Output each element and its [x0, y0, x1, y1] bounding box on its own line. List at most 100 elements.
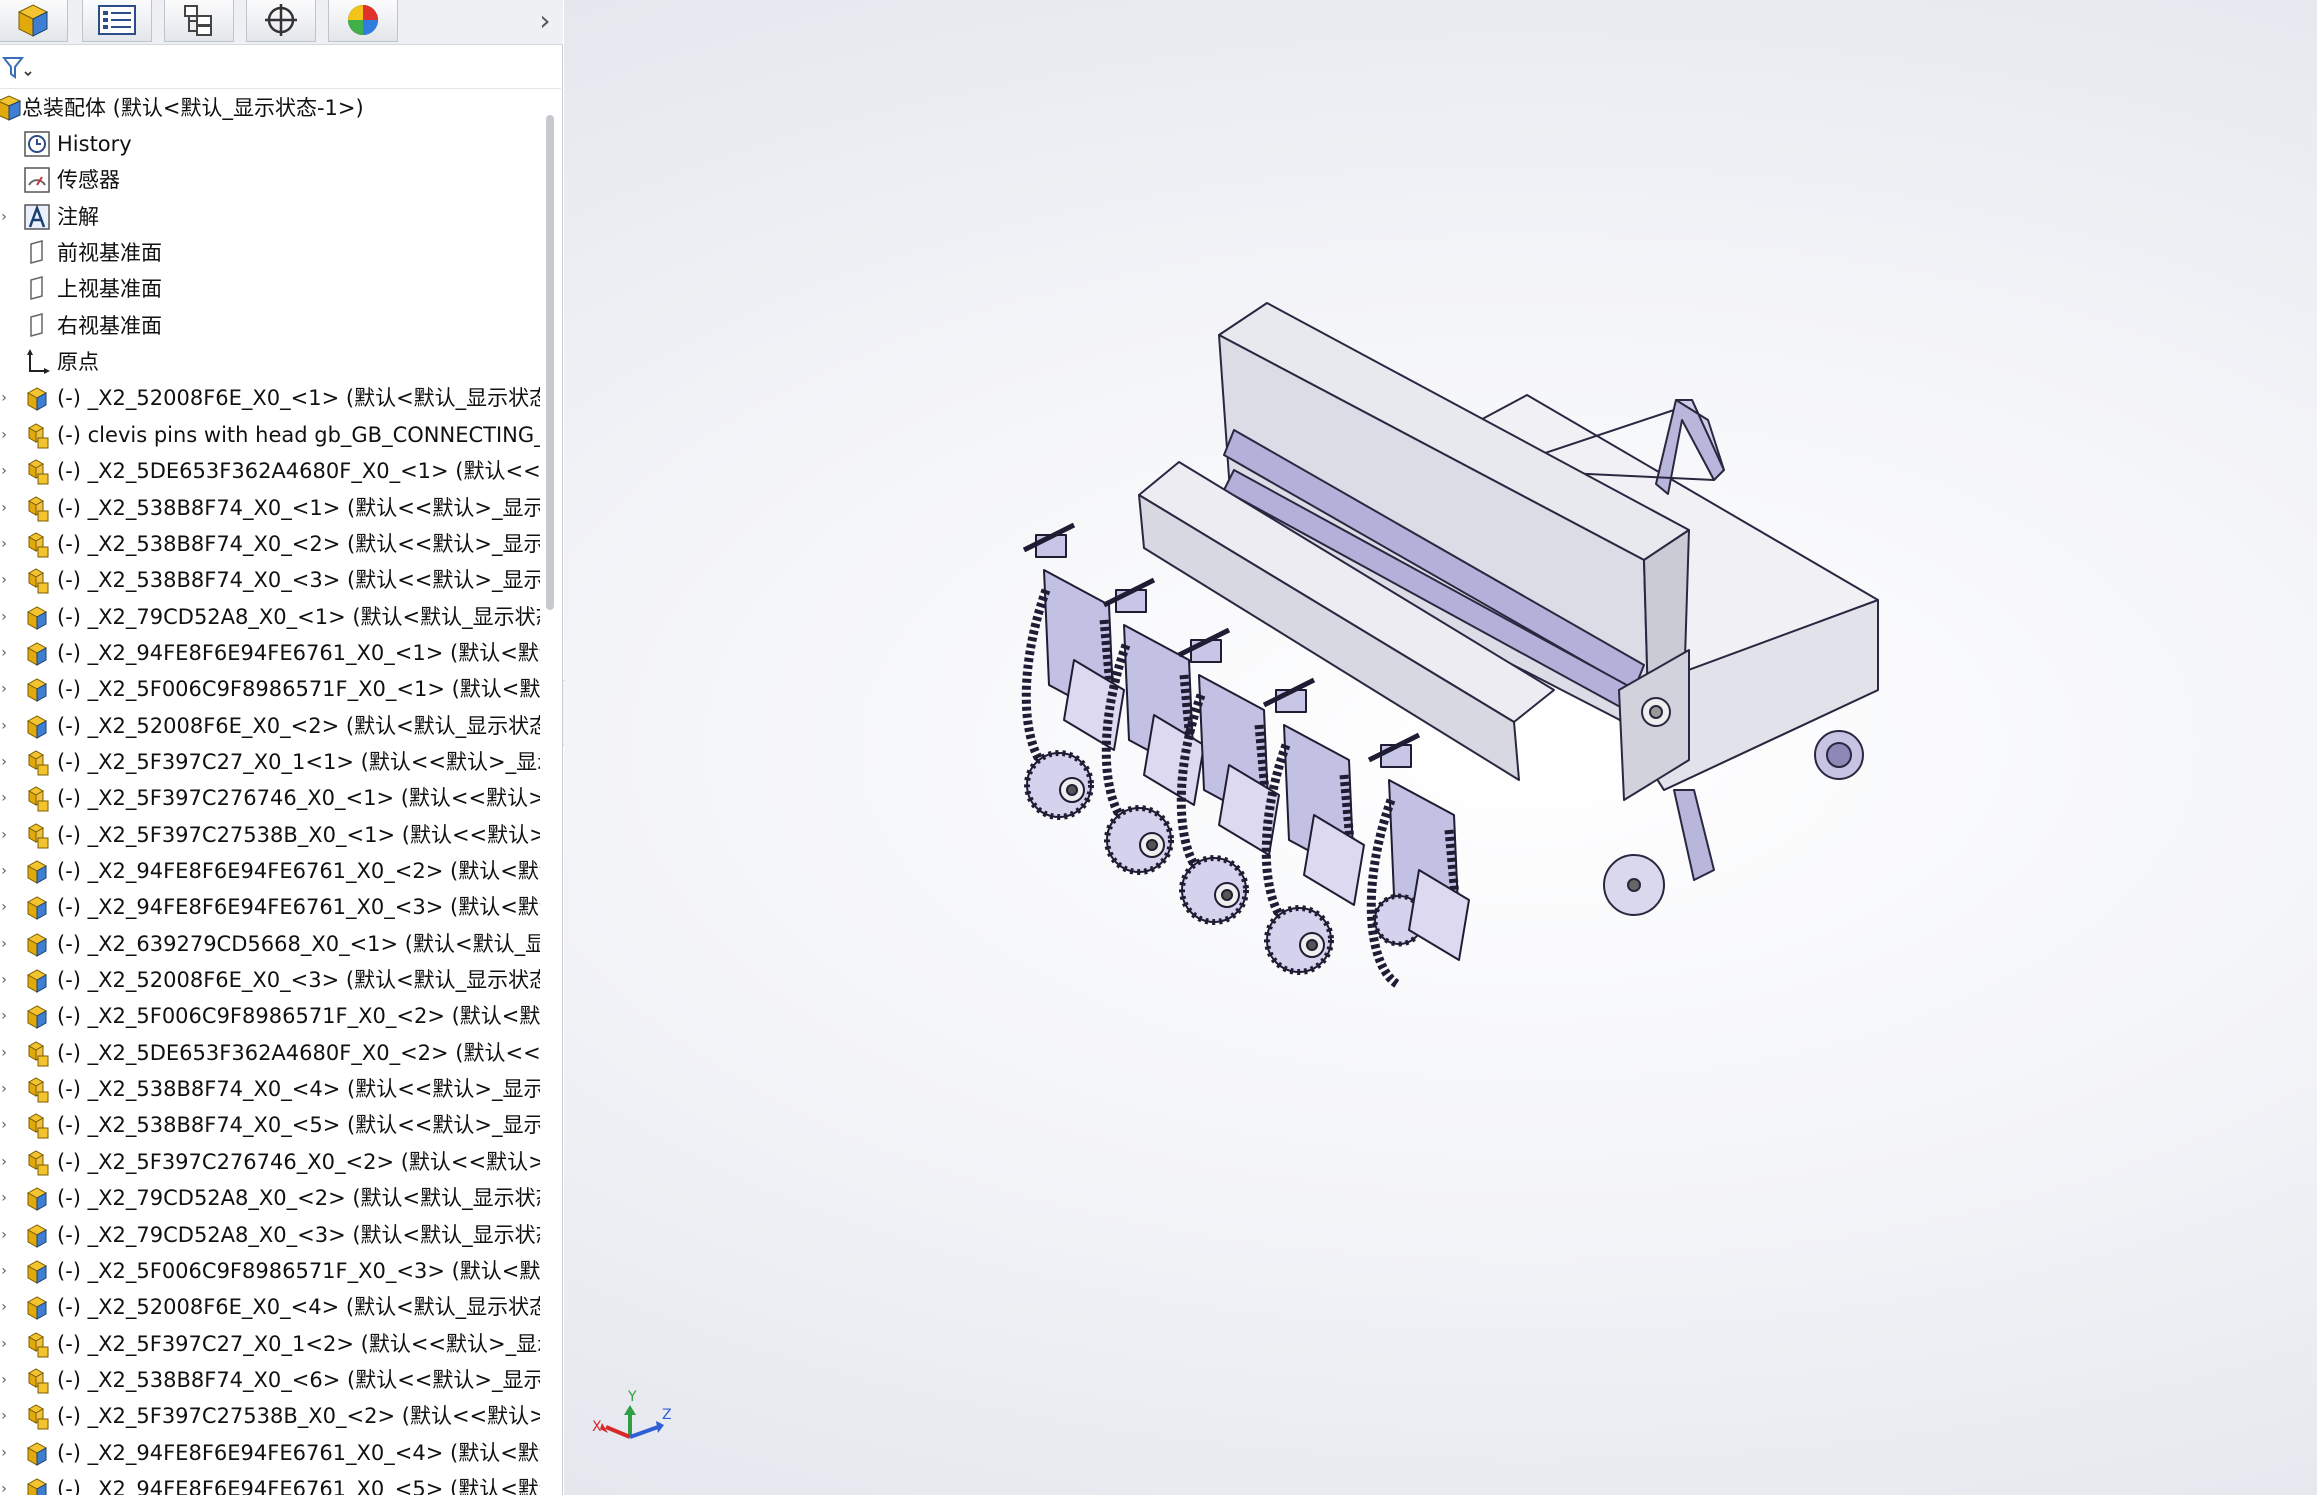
seed-drill-assembly-model[interactable]: Y X Z — [564, 0, 2317, 1495]
expand-caret-icon[interactable]: › — [0, 744, 10, 780]
expand-caret-icon[interactable]: › — [0, 526, 10, 562]
expand-caret-icon[interactable]: › — [0, 562, 10, 598]
tree-item[interactable]: › (-) _X2_5F006C9F8986571F_X0_<2> (默认<默认_… — [0, 998, 540, 1034]
tree-root-assembly[interactable]: 总装配体 (默认<默认_显示状态-1>) — [0, 90, 540, 126]
tree-item[interactable]: › (-) _X2_52008F6E_X0_<1> (默认<默认_显示状态-1 — [0, 380, 540, 416]
tree-item[interactable]: › 注解 — [0, 199, 540, 235]
tree-item[interactable]: › (-) _X2_52008F6E_X0_<2> (默认<默认_显示状态-1 — [0, 708, 540, 744]
dimxpert-tab[interactable] — [246, 0, 316, 42]
expand-caret-icon[interactable]: › — [0, 780, 10, 816]
tree-item[interactable]: › (-) _X2_5F006C9F8986571F_X0_<1> (默认<默认_… — [0, 671, 540, 707]
expand-caret-icon[interactable]: › — [0, 1180, 10, 1216]
expand-caret-icon[interactable]: › — [0, 671, 10, 707]
tree-item-label: (-) _X2_52008F6E_X0_<3> (默认<默认_显示状态-1 — [57, 968, 540, 993]
tree-item[interactable]: › (-) _X2_94FE8F6E94FE6761_X0_<2> (默认<默认_… — [0, 853, 540, 889]
part-icon — [26, 605, 48, 630]
expand-caret-icon[interactable]: › — [0, 1107, 10, 1143]
expand-caret-icon[interactable]: › — [0, 1362, 10, 1398]
expand-caret-icon[interactable]: › — [0, 453, 10, 489]
tree-item[interactable]: › (-) _X2_5F397C276746_X0_<2> (默认<<默认>_显 — [0, 1144, 540, 1180]
tree-item[interactable]: › (-) _X2_5F397C27538B_X0_<2> (默认<<默认>_显 — [0, 1398, 540, 1434]
subassembly-icon — [27, 823, 49, 849]
tree-item-label: (-) _X2_5DE653F362A4680F_X0_<2> (默认<<默认 — [57, 1040, 540, 1065]
expand-caret-icon[interactable]: › — [0, 1435, 10, 1471]
expand-caret-icon[interactable]: › — [0, 1035, 10, 1071]
tree-item[interactable]: 右视基准面 — [0, 308, 540, 344]
expand-caret-icon[interactable]: › — [0, 708, 10, 744]
expand-caret-icon[interactable]: › — [0, 199, 10, 235]
expand-caret-icon[interactable]: › — [0, 1326, 10, 1362]
tree-item[interactable]: History — [0, 126, 540, 162]
expand-caret-icon[interactable]: › — [0, 1217, 10, 1253]
tree-item[interactable]: › (-) _X2_5F397C27_X0_1<2> (默认<<默认>_显示状 — [0, 1326, 540, 1362]
crosshair-icon — [265, 3, 297, 36]
triad-y-label: Y — [627, 1389, 637, 1405]
expand-caret-icon[interactable]: › — [0, 1289, 10, 1325]
tree-vertical-scrollbar[interactable] — [546, 115, 554, 610]
tree-item[interactable]: › (-) _X2_79CD52A8_X0_<2> (默认<默认_显示状态- — [0, 1180, 540, 1216]
tree-item[interactable]: › (-) _X2_79CD52A8_X0_<3> (默认<默认_显示状态- — [0, 1217, 540, 1253]
expand-caret-icon[interactable]: › — [0, 817, 10, 853]
expand-caret-icon[interactable]: › — [0, 889, 10, 925]
tree-item-label: (-) _X2_94FE8F6E94FE6761_X0_<1> (默认<默认_显 — [57, 640, 540, 665]
tree-item[interactable]: › (-) _X2_538B8F74_X0_<2> (默认<<默认>_显示状态 — [0, 526, 540, 562]
tree-item[interactable]: › (-) _X2_52008F6E_X0_<3> (默认<默认_显示状态-1 — [0, 962, 540, 998]
tree-item[interactable]: › (-) _X2_5F397C27538B_X0_<1> (默认<<默认>_显 — [0, 817, 540, 853]
tree-item[interactable]: › (-) _X2_538B8F74_X0_<3> (默认<<默认>_显示状态 — [0, 562, 540, 598]
tree-item[interactable]: › (-) _X2_538B8F74_X0_<4> (默认<<默认>_显示状态 — [0, 1071, 540, 1107]
expand-caret-icon[interactable]: › — [0, 926, 10, 962]
expand-caret-icon[interactable]: › — [0, 380, 10, 416]
tree-root-label: 总装配体 (默认<默认_显示状态-1>) — [22, 96, 364, 120]
tree-item[interactable]: › (-) _X2_5F006C9F8986571F_X0_<3> (默认<默认_… — [0, 1253, 540, 1289]
tree-item[interactable]: › (-) _X2_52008F6E_X0_<4> (默认<默认_显示状态-1 — [0, 1289, 540, 1325]
display-manager-tab[interactable] — [328, 0, 398, 42]
expand-caret-icon[interactable]: › — [0, 1253, 10, 1289]
tree-item[interactable]: › (-) _X2_5DE653F362A4680F_X0_<2> (默认<<默认 — [0, 1035, 540, 1071]
tab-scroll-right-button[interactable]: › — [530, 0, 560, 42]
tree-item[interactable]: › (-) _X2_94FE8F6E94FE6761_X0_<4> (默认<默认_… — [0, 1435, 540, 1471]
tree-item[interactable]: › (-) clevis pins with head gb_GB_CONNECT… — [0, 417, 540, 453]
tree-item[interactable]: 原点 — [0, 344, 540, 380]
tree-item[interactable]: › (-) _X2_79CD52A8_X0_<1> (默认<默认_显示状态- — [0, 599, 540, 635]
tree-filter-row[interactable] — [0, 46, 561, 89]
tree-item[interactable]: › (-) _X2_94FE8F6E94FE6761_X0_<3> (默认<默认_… — [0, 889, 540, 925]
expand-caret-icon[interactable]: › — [0, 490, 10, 526]
graphics-viewport[interactable]: Y X Z — [564, 0, 2317, 1495]
expand-caret-icon[interactable]: › — [0, 853, 10, 889]
property-manager-tab[interactable] — [82, 0, 152, 42]
subassembly-icon — [27, 459, 49, 485]
expand-caret-icon[interactable]: › — [0, 1071, 10, 1107]
tree-item-label: (-) _X2_94FE8F6E94FE6761_X0_<3> (默认<默认_显 — [57, 895, 540, 920]
tree-item[interactable]: 上视基准面 — [0, 271, 540, 307]
subassembly-icon — [27, 495, 49, 521]
tree-item-label: (-) _X2_538B8F74_X0_<1> (默认<<默认>_显示状态 — [57, 495, 540, 520]
tree-item[interactable]: › (-) _X2_94FE8F6E94FE6761_X0_<5> (默认<默认_… — [0, 1471, 540, 1495]
feature-manager-tab[interactable] — [0, 0, 68, 42]
expand-caret-icon[interactable]: › — [0, 1144, 10, 1180]
tree-item[interactable]: › (-) _X2_5F397C276746_X0_<1> (默认<<默认>_显 — [0, 780, 540, 816]
seeding-unit[interactable] — [1021, 522, 1125, 820]
expand-caret-icon[interactable]: › — [0, 599, 10, 635]
expand-caret-icon[interactable]: › — [0, 962, 10, 998]
filter-icon[interactable] — [2, 55, 32, 81]
expand-caret-icon[interactable]: › — [0, 998, 10, 1034]
tree-item[interactable]: › (-) _X2_639279CD5668_X0_<1> (默认<默认_显示 — [0, 926, 540, 962]
expand-caret-icon[interactable]: › — [0, 635, 10, 671]
tree-item[interactable]: 前视基准面 — [0, 235, 540, 271]
expand-caret-icon[interactable]: › — [0, 417, 10, 453]
tree-item[interactable]: › (-) _X2_538B8F74_X0_<6> (默认<<默认>_显示状态 — [0, 1362, 540, 1398]
expand-caret-icon[interactable]: › — [0, 1471, 10, 1495]
tree-item[interactable]: › (-) _X2_5DE653F362A4680F_X0_<1> (默认<<默认 — [0, 453, 540, 489]
tree-item[interactable]: › (-) _X2_5F397C27_X0_1<1> (默认<<默认>_显示状 — [0, 744, 540, 780]
seeding-unit[interactable] — [1366, 732, 1470, 990]
part-icon — [26, 860, 48, 884]
configuration-manager-tab[interactable] — [164, 0, 234, 42]
tree-item[interactable]: › (-) _X2_94FE8F6E94FE6761_X0_<1> (默认<默认_… — [0, 635, 540, 671]
seeding-unit[interactable] — [1261, 677, 1365, 975]
tree-item[interactable]: 传感器 — [0, 162, 540, 198]
tree-item-label: 注解 — [57, 204, 99, 229]
tree-item-label: (-) _X2_94FE8F6E94FE6761_X0_<4> (默认<默认_显 — [57, 1440, 540, 1465]
expand-caret-icon[interactable]: › — [0, 1398, 10, 1434]
tree-item[interactable]: › (-) _X2_538B8F74_X0_<1> (默认<<默认>_显示状态 — [0, 490, 540, 526]
tree-item[interactable]: › (-) _X2_538B8F74_X0_<5> (默认<<默认>_显示状态 — [0, 1107, 540, 1143]
